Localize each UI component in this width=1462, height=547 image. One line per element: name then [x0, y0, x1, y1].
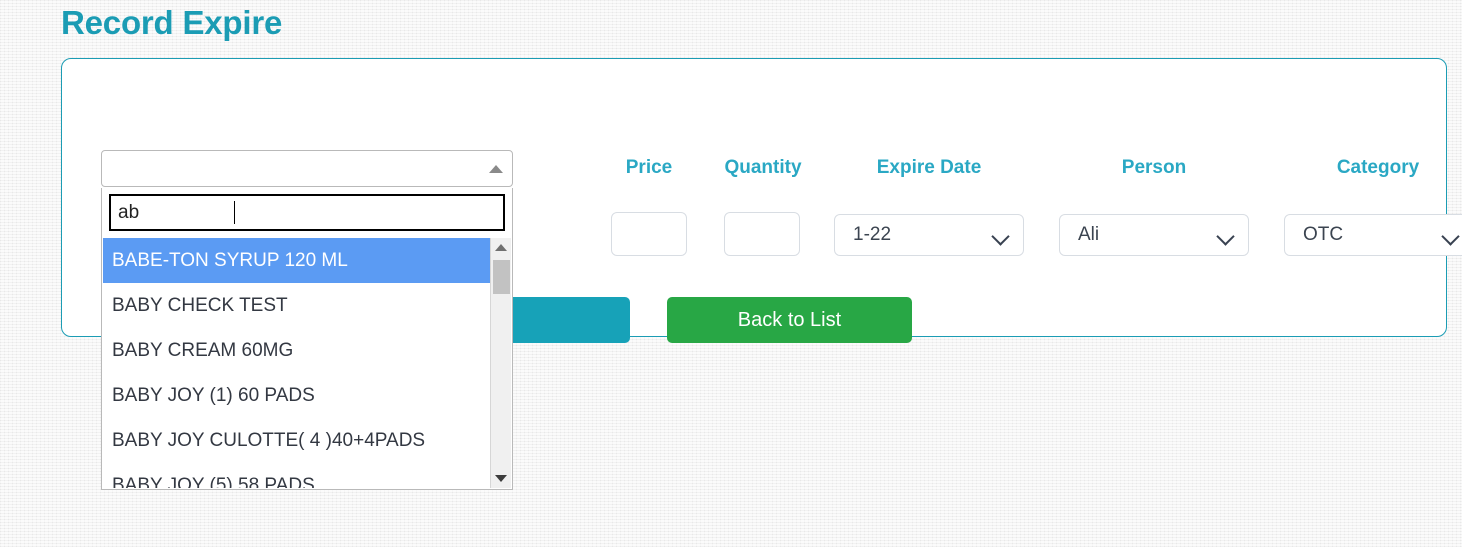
chevron-down-icon	[1216, 227, 1235, 246]
person-value: Ali	[1078, 224, 1100, 245]
column-label-category: Category	[1336, 157, 1420, 178]
item-name-combobox[interactable]	[101, 150, 513, 187]
column-label-person: Person	[1121, 157, 1187, 178]
quantity-input[interactable]	[724, 212, 800, 256]
category-select[interactable]: OTC	[1284, 214, 1462, 256]
expire-date-value: 1-22	[853, 224, 892, 245]
scroll-up-arrow-icon[interactable]	[495, 244, 507, 251]
chevron-down-icon	[991, 227, 1010, 246]
back-to-list-button[interactable]: Back to List	[667, 297, 912, 343]
price-input[interactable]	[611, 212, 687, 256]
dropdown-search-input[interactable]	[109, 194, 505, 231]
dropdown-option[interactable]: BABY CREAM 60MG	[103, 328, 492, 373]
column-label-expire-date: Expire Date	[876, 157, 982, 178]
dropdown-option[interactable]: BABY JOY (1) 60 PADS	[103, 373, 492, 418]
dropdown-option[interactable]: BABY JOY (5) 58 PADS	[103, 463, 492, 488]
item-name-dropdown-panel: BABE-TON SYRUP 120 ML BABY CHECK TEST BA…	[101, 188, 513, 490]
page-title: Record Expire	[61, 4, 283, 41]
scrollbar-thumb[interactable]	[493, 260, 510, 294]
dropdown-option[interactable]: BABE-TON SYRUP 120 ML	[103, 238, 492, 283]
text-cursor	[234, 201, 235, 224]
expire-date-select[interactable]: 1-22	[834, 214, 1024, 256]
person-select[interactable]: Ali	[1059, 214, 1249, 256]
chevron-down-icon	[1441, 227, 1460, 246]
dropdown-option-list[interactable]: BABE-TON SYRUP 120 ML BABY CHECK TEST BA…	[103, 238, 492, 488]
scroll-down-arrow-icon[interactable]	[495, 475, 507, 482]
category-value: OTC	[1303, 224, 1344, 245]
dropdown-scrollbar[interactable]	[490, 238, 511, 488]
caret-up-icon	[489, 165, 503, 173]
dropdown-option[interactable]: BABY JOY CULOTTE( 4 )40+4PADS	[103, 418, 492, 463]
dropdown-option[interactable]: BABY CHECK TEST	[103, 283, 492, 328]
